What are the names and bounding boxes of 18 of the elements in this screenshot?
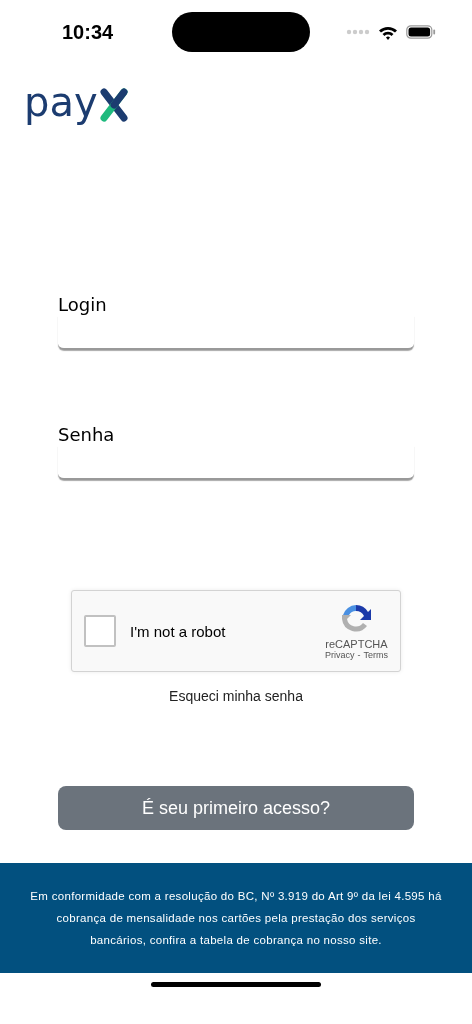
signal-icon	[346, 29, 370, 35]
wifi-icon	[378, 24, 398, 40]
link-separator: -	[357, 650, 361, 660]
recaptcha-brand: reCAPTCHA	[325, 638, 388, 650]
field-label: Login	[58, 294, 108, 316]
forgot-password-link[interactable]: Esqueci minha senha	[169, 688, 303, 704]
checkbox[interactable]	[84, 615, 116, 647]
input-field[interactable]	[58, 316, 414, 350]
privacy-link[interactable]: Privacy	[325, 650, 355, 660]
battery-icon	[406, 25, 436, 39]
logo-x-icon	[98, 88, 129, 122]
footer-text: Em conformidade com a resolução do BC, Nº 3.919 do Art 9º da lei 4.595 há cobrança de mensalidade nos cartões pela prestação dos serviços bancários, confira a tabela de cobrança no nosso site.	[30, 889, 442, 948]
checkbox-label: I'm not a robot	[130, 622, 227, 640]
status-time: 10:34	[62, 20, 114, 44]
terms-link[interactable]: Terms	[363, 650, 388, 660]
first-access-button[interactable]: É seu primeiro acesso?	[58, 786, 414, 830]
field-label: Senha	[58, 424, 116, 446]
input-field[interactable]	[58, 446, 414, 480]
